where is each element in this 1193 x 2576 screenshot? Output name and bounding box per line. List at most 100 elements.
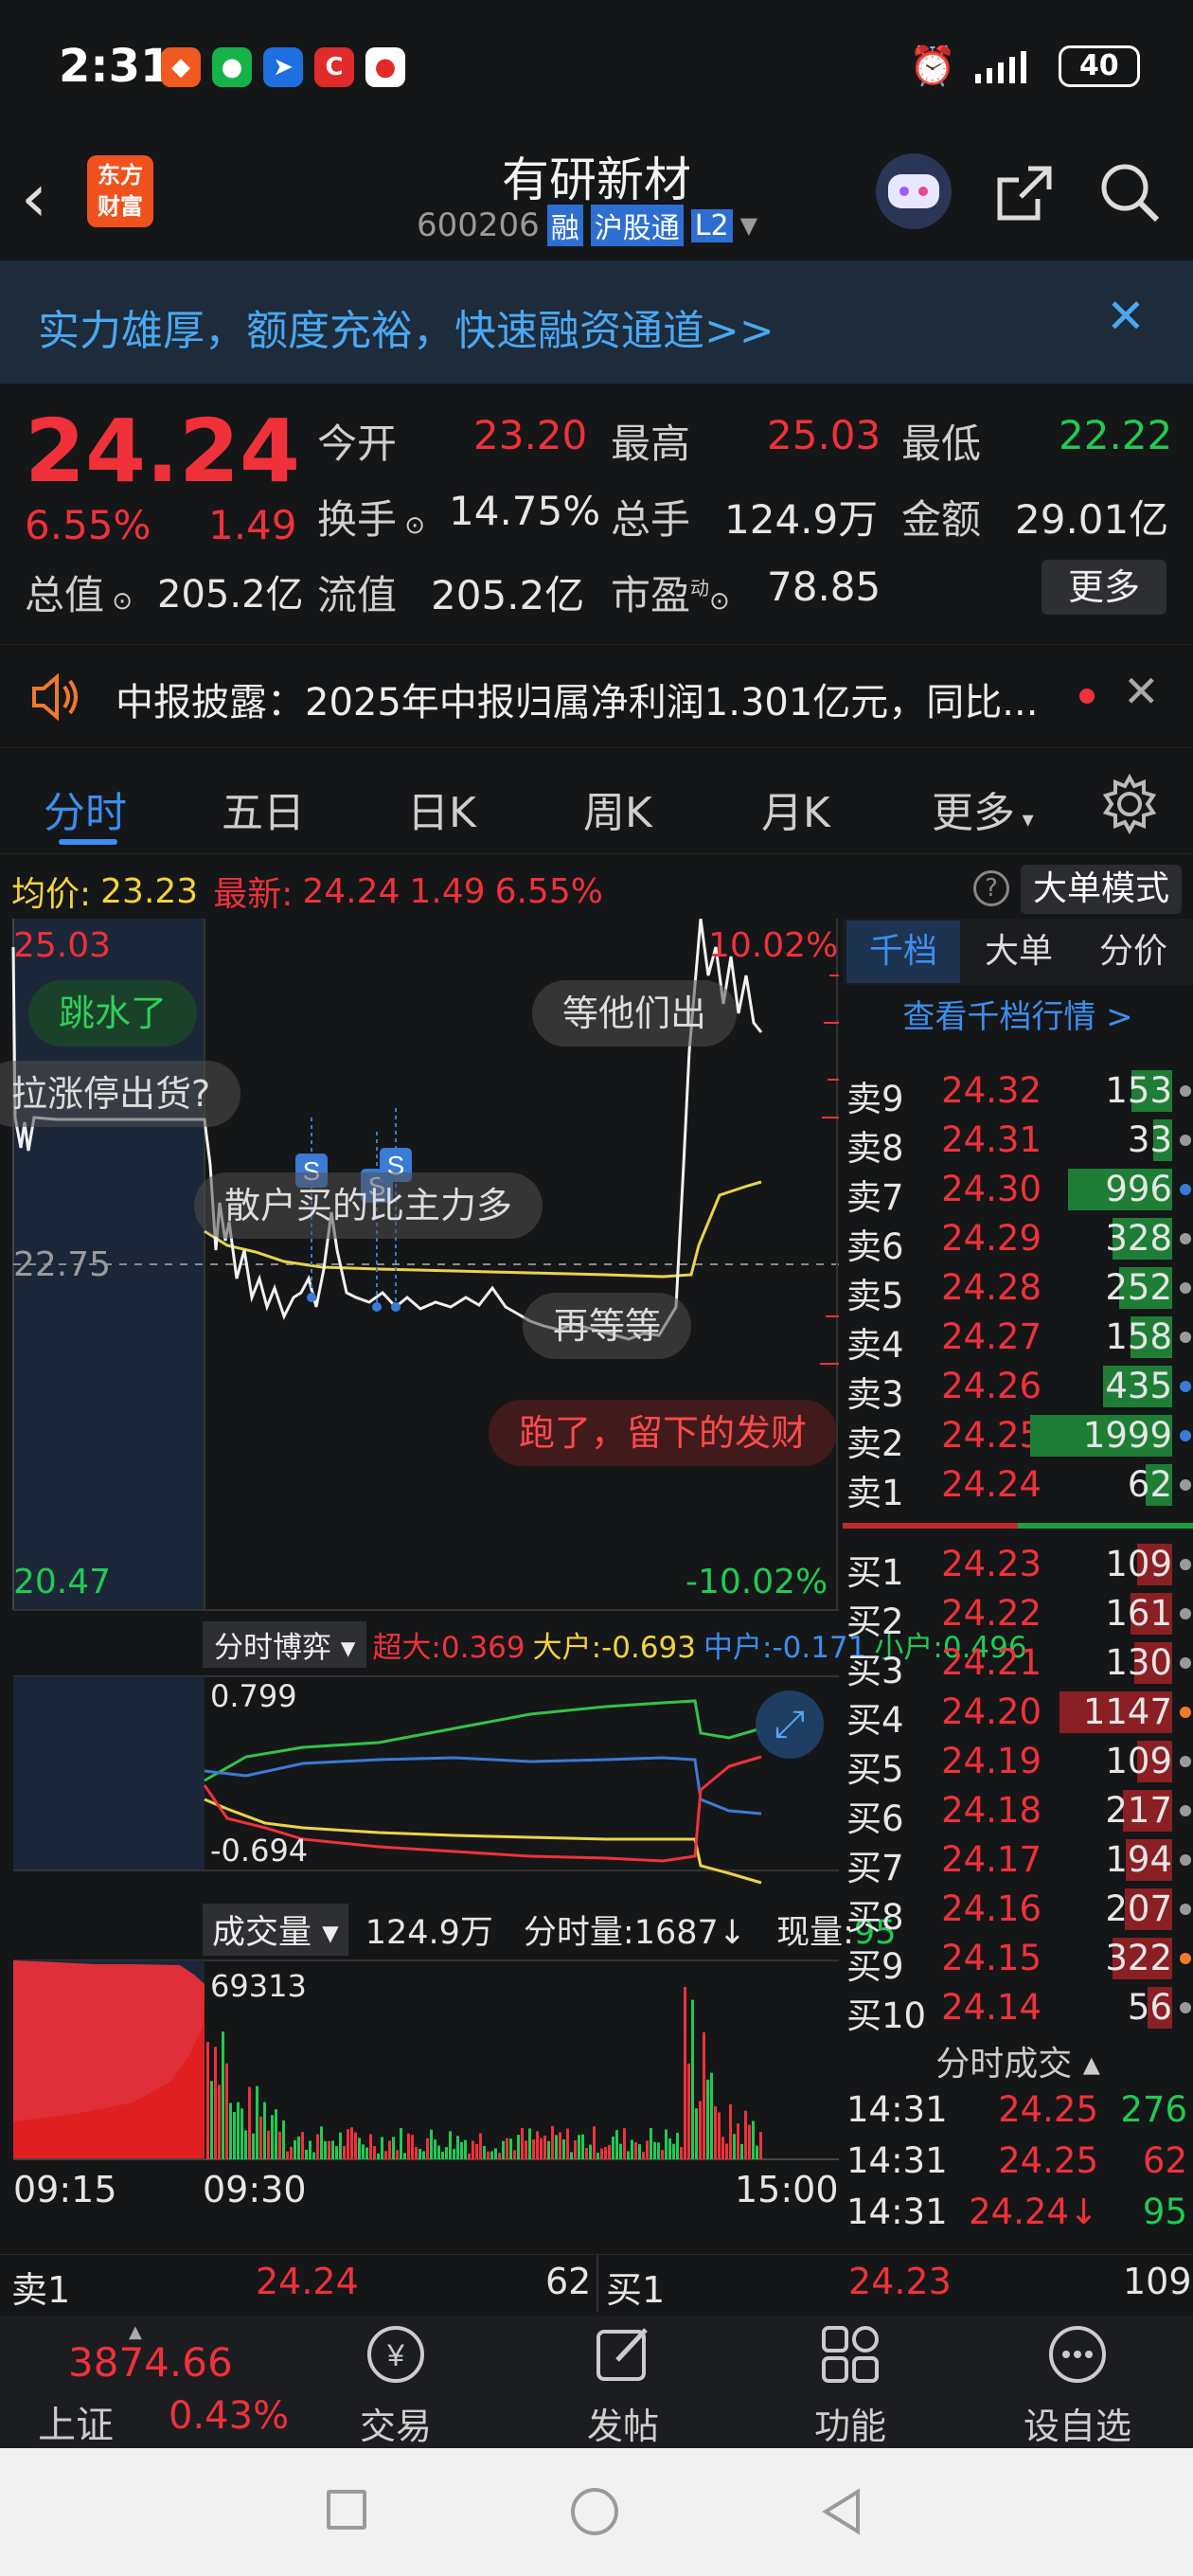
volume-bar [578, 2135, 580, 2159]
bid-row[interactable]: 买8 24.16 207 [843, 1885, 1193, 1938]
stock-name[interactable]: 有研新材 [407, 142, 786, 210]
bid-row[interactable]: 买1 24.23 109 [843, 1540, 1193, 1593]
volume-bar [521, 2127, 524, 2159]
volume-bar [642, 2152, 645, 2159]
price-axis-mid: 22.75 [13, 1245, 112, 1284]
volume-bar [218, 2084, 221, 2159]
recents-icon[interactable] [327, 2490, 366, 2530]
ask-row[interactable]: 卖5 24.28 252 [843, 1263, 1193, 1316]
depth-link[interactable]: 查看千档行情 > [843, 991, 1193, 1037]
comment-bubble[interactable]: 跳水了 [28, 980, 198, 1046]
robot-assistant-icon[interactable] [876, 153, 952, 229]
bid-row[interactable]: 买2 24.22 161 [843, 1589, 1193, 1642]
volume-bar [369, 2134, 372, 2159]
volume-selector[interactable]: 成交量 ▾ [203, 1904, 348, 1956]
bid-row[interactable]: 买3 24.21 130 [843, 1638, 1193, 1691]
flow-selector[interactable]: 分时博弈 ▾ [203, 1620, 367, 1668]
volume-bar [206, 2042, 209, 2159]
bid-level-label: 买1 [846, 1552, 904, 1593]
back-nav-icon[interactable] [816, 2486, 867, 2537]
ask-row[interactable]: 卖6 24.29 328 [843, 1214, 1193, 1267]
price-axis-high: 25.03 [13, 926, 112, 965]
settings-gear-icon[interactable] [1098, 773, 1161, 835]
volume-bar [631, 2139, 633, 2159]
trades-header[interactable]: 分时成交 ▴ [843, 2036, 1193, 2085]
quote-panel: 24.24 6.55% 1.49 今开 23.20 最高 25.03 最低 22… [0, 384, 1193, 635]
search-icon[interactable] [1096, 159, 1165, 227]
share-icon[interactable] [990, 161, 1057, 227]
bid-row[interactable]: 买9 24.15 322 [843, 1934, 1193, 1987]
tab-more[interactable]: 更多 ▾ [932, 778, 1034, 839]
volume-bar [733, 2134, 736, 2159]
tab-intraday[interactable]: 分时 [44, 778, 127, 839]
comment-bubble[interactable]: 再等等 [523, 1293, 692, 1359]
tab-daily-k[interactable]: 日K [407, 778, 476, 839]
more-button[interactable]: 更多 [1042, 560, 1166, 615]
nav-functions[interactable]: 功能 [784, 2320, 917, 2449]
banner-text[interactable]: 实力雄厚，额度充裕，快速融资通道>> [38, 296, 775, 357]
volume-bar [559, 2132, 561, 2159]
volume-bar [752, 2120, 755, 2159]
tab-big-orders[interactable]: 大单 [971, 921, 1066, 983]
volume-bar [222, 2031, 224, 2159]
comment-bubble[interactable]: 等他们出 [532, 980, 738, 1046]
bid-row[interactable]: 买6 24.18 217 [843, 1786, 1193, 1839]
intraday-chart-area[interactable]: S S S 25.03 22.75 20.47 10.02% [0, 918, 1027, 2245]
volume-bar [256, 2085, 258, 2159]
nav-trade[interactable]: ¥ 交易 [329, 2320, 462, 2449]
tab-weekly-k[interactable]: 周K [583, 778, 652, 839]
volume-bar [377, 2153, 380, 2159]
stock-code-row[interactable]: 600206 融 沪股通 L2 ▼ [417, 205, 757, 246]
nav-post[interactable]: 发帖 [557, 2320, 689, 2449]
ask-row[interactable]: 卖3 24.26 435 [843, 1362, 1193, 1415]
bid-level-volume: 130 [1105, 1642, 1172, 1683]
volume-bar [737, 2123, 739, 2159]
news-text[interactable]: 中报披露：2025年中报归属净利润1.301亿元，同比... [116, 671, 1038, 726]
back-icon[interactable]: ‹ [21, 159, 47, 237]
ask-row[interactable]: 卖8 24.31 33 [843, 1116, 1193, 1169]
tab-depth[interactable]: 千档 [846, 921, 960, 983]
bid-row[interactable]: 买4 24.20 1147 [843, 1688, 1193, 1741]
tab-monthly-k[interactable]: 月K [761, 778, 830, 839]
ask-row[interactable]: 卖1 24.24 62 [843, 1460, 1193, 1513]
tab-price-dist[interactable]: 分价 [1081, 921, 1185, 983]
comment-bubble[interactable]: 跑了，留下的发财 [489, 1400, 838, 1466]
big-order-mode-button[interactable]: 大单模式 [1021, 865, 1182, 914]
home-icon[interactable] [571, 2488, 618, 2535]
volume-bar [691, 1999, 694, 2159]
ask-level-volume: 435 [1105, 1366, 1172, 1406]
index-ticker[interactable]: ▲ 3874.66 上证 0.43% [9, 2322, 289, 2447]
bid-row[interactable]: 买10 24.14 56 [843, 1983, 1193, 2036]
bid-level-volume: 56 [1127, 1987, 1172, 2028]
trade-volume: 62 [1142, 2140, 1187, 2181]
volume-bar [305, 2149, 308, 2159]
app-logo[interactable]: 东方 财富 [87, 155, 153, 227]
comment-bubble[interactable]: 散户买的比主力多 [194, 1172, 543, 1239]
volume-bar [456, 2136, 459, 2159]
news-ticker[interactable]: 中报披露：2025年中报归属净利润1.301亿元，同比... ✕ [0, 644, 1193, 748]
order-dot [1180, 1854, 1191, 1866]
volume-bar [498, 2153, 501, 2159]
tab-five-day[interactable]: 五日 [222, 778, 305, 839]
ask-row[interactable]: 卖4 24.27 158 [843, 1313, 1193, 1366]
comment-bubble[interactable]: 拉涨停出货? [0, 1061, 241, 1127]
float-value: 205.2亿 [431, 572, 585, 618]
ask-row[interactable]: 卖9 24.32 153 [843, 1066, 1193, 1119]
expand-icon[interactable]: ⤢ [756, 1690, 824, 1759]
ask-row[interactable]: 卖7 24.30 996 [843, 1165, 1193, 1218]
nav-custom-watchlist[interactable]: 设自选 [1011, 2320, 1144, 2449]
pe-value: 78.85 [767, 564, 881, 610]
bid-row[interactable]: 买5 24.19 109 [843, 1737, 1193, 1790]
order-dot [1180, 1381, 1191, 1392]
flow-auction-bg [13, 1676, 205, 1870]
low-value: 22.22 [1059, 412, 1173, 458]
help-icon[interactable]: ? [973, 870, 1009, 906]
promo-banner[interactable]: 实力雄厚，额度充裕，快速融资通道>> ✕ [0, 260, 1193, 384]
volume-label: 总手 [611, 496, 691, 543]
volume-bar [331, 2140, 334, 2159]
ask-row[interactable]: 卖2 24.25 1999 [843, 1411, 1193, 1464]
bid-row[interactable]: 买7 24.17 194 [843, 1835, 1193, 1888]
divider [596, 2255, 598, 2312]
close-icon[interactable]: ✕ [1106, 289, 1146, 344]
close-icon[interactable]: ✕ [1123, 666, 1160, 717]
